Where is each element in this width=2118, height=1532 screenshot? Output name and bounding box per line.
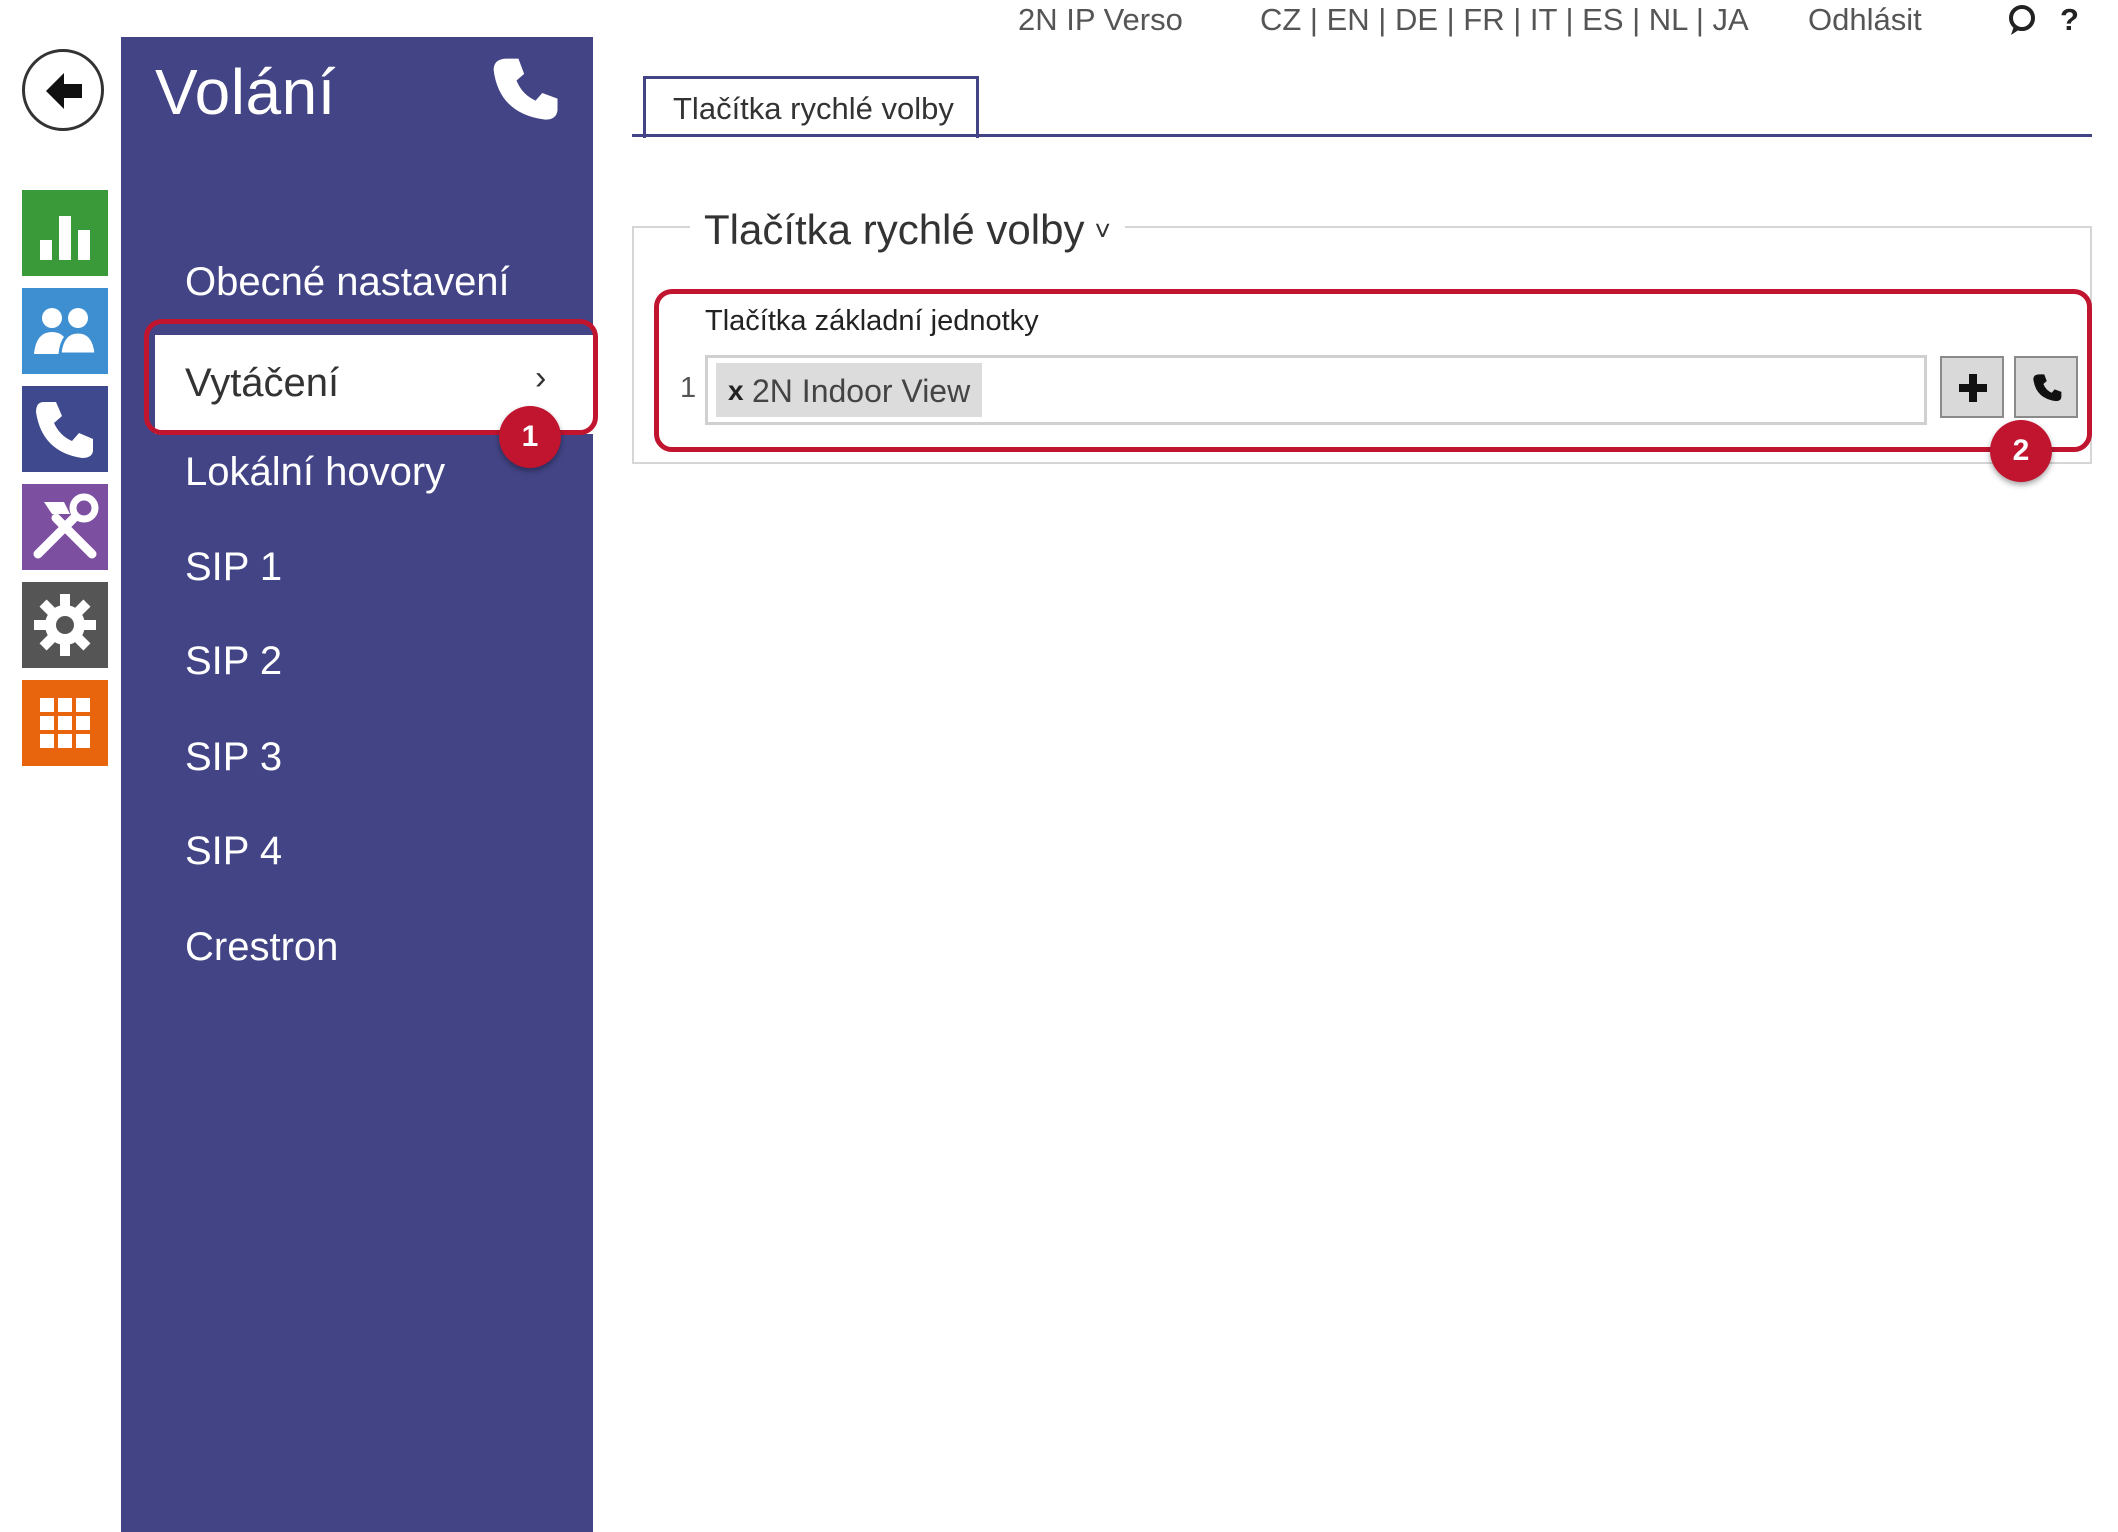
status-chart-icon[interactable] (22, 190, 108, 276)
system-gear-icon[interactable] (22, 582, 108, 668)
highlight-frame-2 (654, 289, 2092, 452)
back-button[interactable] (22, 49, 104, 131)
hardware-tools-icon[interactable] (22, 484, 108, 570)
sidebar-item-local-calls[interactable]: Lokální hovory (185, 450, 445, 495)
sidebar-item-sip-4[interactable]: SIP 4 (185, 829, 282, 874)
top-bar: 2N IP Verso CZ | EN | DE | FR | IT | ES … (0, 0, 2118, 40)
arrow-left-icon (46, 73, 82, 109)
language-switcher[interactable]: CZ | EN | DE | FR | IT | ES | NL | JA (1260, 2, 1749, 38)
calls-phone-icon[interactable] (22, 386, 108, 472)
device-name: 2N IP Verso (1018, 2, 1183, 37)
section-title[interactable]: Tlačítka rychlé volby ˅ (690, 206, 1125, 254)
tab-underline (632, 134, 2092, 137)
section-title-text: Tlačítka rychlé volby (704, 206, 1085, 253)
phone-icon (486, 51, 568, 138)
tab-speed-dial-buttons[interactable]: Tlačítka rychlé volby (643, 76, 979, 138)
tab-label: Tlačítka rychlé volby (673, 91, 954, 126)
logout-link[interactable]: Odhlásit (1808, 2, 1922, 38)
sidebar-item-crestron[interactable]: Crestron (185, 925, 338, 970)
chat-icon[interactable] (2005, 4, 2039, 43)
sidebar-item-sip-1[interactable]: SIP 1 (185, 545, 282, 590)
help-icon[interactable]: ? (2060, 2, 2079, 38)
sidebar-item-general-settings[interactable]: Obecné nastavení (185, 260, 510, 305)
sidebar-item-sip-2[interactable]: SIP 2 (185, 639, 282, 684)
sidebar: Volání Obecné nastavení Vytáčení › Lokál… (121, 37, 593, 1532)
sidebar-title: Volání (155, 56, 336, 128)
services-grid-icon[interactable] (22, 680, 108, 766)
sidebar-item-sip-3[interactable]: SIP 3 (185, 735, 282, 780)
step-badge-1: 1 (499, 406, 561, 468)
chevron-down-icon: ˅ (1094, 215, 1111, 246)
step-badge-2: 2 (1990, 420, 2052, 482)
directory-users-icon[interactable] (22, 288, 108, 374)
